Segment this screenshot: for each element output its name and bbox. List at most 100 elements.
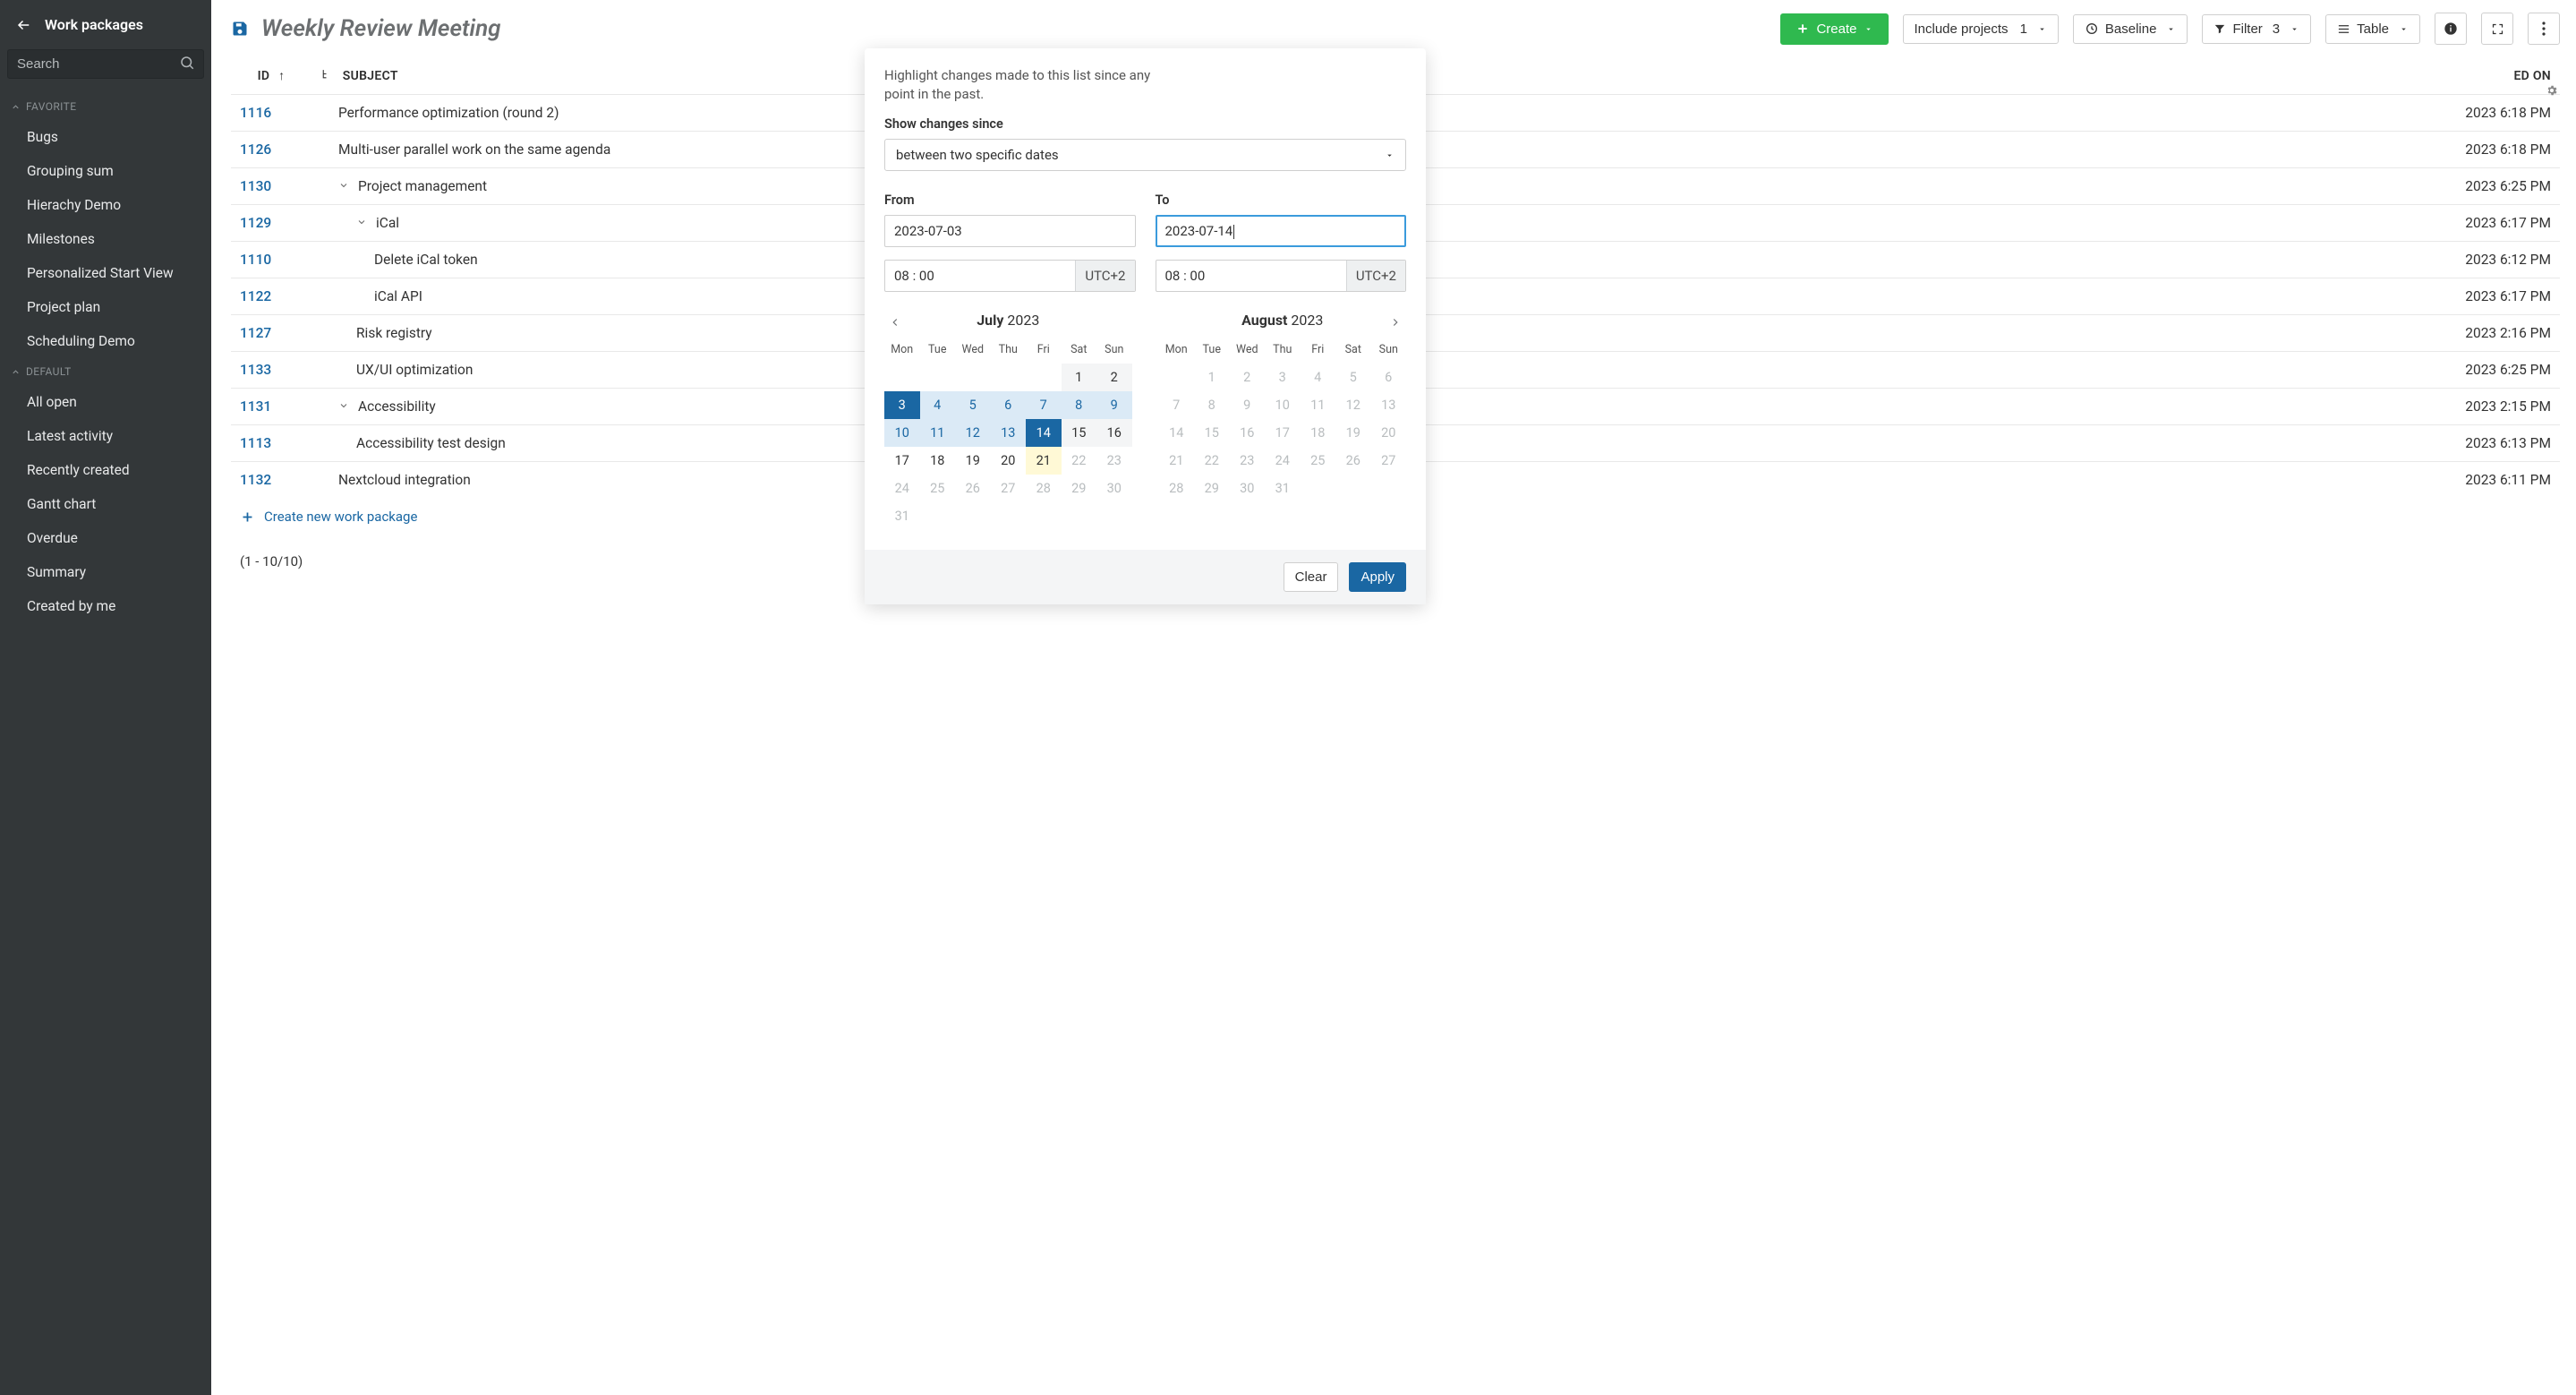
calendar-day[interactable]: 30	[1096, 475, 1132, 502]
calendar-day[interactable]: 11	[1301, 391, 1336, 419]
calendar-day[interactable]: 5	[955, 391, 991, 419]
calendar-day[interactable]: 24	[1265, 447, 1301, 475]
apply-button[interactable]: Apply	[1349, 562, 1406, 592]
wp-id-link[interactable]: 1131	[240, 398, 271, 415]
create-button[interactable]: Create	[1780, 13, 1888, 45]
view-mode-button[interactable]: Table	[2325, 14, 2420, 44]
calendar-day[interactable]: 12	[955, 419, 991, 447]
page-title[interactable]: Weekly Review Meeting	[261, 15, 501, 42]
calendar-day[interactable]: 21	[1026, 447, 1062, 475]
sidebar-item[interactable]: Milestones	[0, 222, 211, 256]
info-icon[interactable]	[2435, 13, 2467, 45]
calendar-day[interactable]: 1	[1062, 364, 1097, 391]
wp-id-link[interactable]: 1133	[240, 362, 271, 378]
section-default[interactable]: DEFAULT	[0, 358, 211, 385]
calendar-day[interactable]: 31	[884, 502, 920, 530]
calendar-day[interactable]: 4	[920, 391, 956, 419]
sidebar-item[interactable]: All open	[0, 385, 211, 419]
calendar-day[interactable]: 2	[1096, 364, 1132, 391]
calendar-day[interactable]: 28	[1159, 475, 1195, 502]
calendar-day[interactable]: 29	[1062, 475, 1097, 502]
calendar-day[interactable]: 6	[991, 391, 1027, 419]
calendar-day[interactable]: 10	[884, 419, 920, 447]
calendar-day[interactable]: 8	[1194, 391, 1230, 419]
wp-id-link[interactable]: 1129	[240, 215, 271, 231]
wp-id-link[interactable]: 1127	[240, 325, 271, 341]
calendar-day[interactable]: 31	[1265, 475, 1301, 502]
search-icon[interactable]	[179, 55, 195, 71]
calendar-day[interactable]: 22	[1194, 447, 1230, 475]
to-time-input[interactable]: 08 : 00 UTC+2	[1156, 260, 1407, 292]
calendar-day[interactable]: 3	[1265, 364, 1301, 391]
calendar-day[interactable]: 26	[1335, 447, 1371, 475]
calendar-day[interactable]: 30	[1230, 475, 1266, 502]
calendar-day[interactable]: 25	[920, 475, 956, 502]
wp-id-link[interactable]: 1130	[240, 178, 271, 194]
calendar-day[interactable]: 16	[1230, 419, 1266, 447]
calendar-day[interactable]: 15	[1062, 419, 1097, 447]
chevron-down-icon[interactable]	[338, 400, 353, 411]
sidebar-item[interactable]: Latest activity	[0, 419, 211, 453]
calendar-day[interactable]: 8	[1062, 391, 1097, 419]
from-time-input[interactable]: 08 : 00 UTC+2	[884, 260, 1136, 292]
more-icon[interactable]	[2528, 13, 2560, 45]
calendar-day[interactable]: 4	[1301, 364, 1336, 391]
calendar-day[interactable]: 27	[991, 475, 1027, 502]
calendar-day[interactable]: 7	[1026, 391, 1062, 419]
prev-month-icon[interactable]	[884, 312, 906, 333]
chevron-down-icon[interactable]	[338, 180, 353, 191]
sidebar-item[interactable]: Project plan	[0, 290, 211, 324]
sidebar-item[interactable]: Created by me	[0, 589, 211, 623]
calendar-day[interactable]: 20	[991, 447, 1027, 475]
calendar-day[interactable]: 9	[1230, 391, 1266, 419]
chevron-down-icon[interactable]	[356, 217, 371, 227]
calendar-day[interactable]: 13	[991, 419, 1027, 447]
include-projects-button[interactable]: Include projects 1	[1903, 14, 2059, 44]
calendar-day[interactable]: 18	[920, 447, 956, 475]
clear-button[interactable]: Clear	[1284, 562, 1339, 592]
filter-button[interactable]: Filter 3	[2202, 14, 2311, 44]
sidebar-item[interactable]: Grouping sum	[0, 154, 211, 188]
wp-id-link[interactable]: 1110	[240, 252, 271, 268]
calendar-day[interactable]: 19	[955, 447, 991, 475]
calendar-day[interactable]: 20	[1371, 419, 1407, 447]
sidebar-item[interactable]: Recently created	[0, 453, 211, 487]
sidebar-item[interactable]: Gantt chart	[0, 487, 211, 521]
calendar-day[interactable]: 24	[884, 475, 920, 502]
calendar-day[interactable]: 9	[1096, 391, 1132, 419]
calendar-day[interactable]: 19	[1335, 419, 1371, 447]
back-icon[interactable]	[16, 17, 32, 33]
from-date-input[interactable]: 2023-07-03	[884, 215, 1136, 247]
calendar-day[interactable]: 15	[1194, 419, 1230, 447]
next-month-icon[interactable]	[1385, 312, 1406, 333]
calendar-day[interactable]: 3	[884, 391, 920, 419]
baseline-button[interactable]: Baseline	[2073, 14, 2188, 44]
calendar-day[interactable]: 25	[1301, 447, 1336, 475]
sidebar-item[interactable]: Overdue	[0, 521, 211, 555]
save-icon[interactable]	[231, 20, 249, 38]
calendar-day[interactable]: 1	[1194, 364, 1230, 391]
show-changes-select[interactable]: between two specific dates	[884, 139, 1406, 171]
col-id[interactable]: ID ↑	[231, 57, 311, 95]
calendar-day[interactable]: 27	[1371, 447, 1407, 475]
calendar-day[interactable]: 5	[1335, 364, 1371, 391]
col-updated[interactable]: ED ON	[2417, 57, 2560, 95]
wp-id-link[interactable]: 1126	[240, 141, 271, 158]
to-date-input[interactable]: 2023-07-14	[1156, 215, 1407, 247]
calendar-day[interactable]: 23	[1096, 447, 1132, 475]
fullscreen-icon[interactable]	[2481, 13, 2513, 45]
wp-id-link[interactable]: 1116	[240, 105, 271, 121]
calendar-day[interactable]: 11	[920, 419, 956, 447]
sidebar-item[interactable]: Personalized Start View	[0, 256, 211, 290]
calendar-day[interactable]: 6	[1371, 364, 1407, 391]
calendar-day[interactable]: 18	[1301, 419, 1336, 447]
calendar-day[interactable]: 21	[1159, 447, 1195, 475]
wp-id-link[interactable]: 1132	[240, 472, 271, 488]
calendar-day[interactable]: 13	[1371, 391, 1407, 419]
calendar-day[interactable]: 14	[1026, 419, 1062, 447]
calendar-day[interactable]: 28	[1026, 475, 1062, 502]
calendar-day[interactable]: 22	[1062, 447, 1097, 475]
calendar-day[interactable]: 12	[1335, 391, 1371, 419]
calendar-day[interactable]: 29	[1194, 475, 1230, 502]
sidebar-item[interactable]: Hierachy Demo	[0, 188, 211, 222]
